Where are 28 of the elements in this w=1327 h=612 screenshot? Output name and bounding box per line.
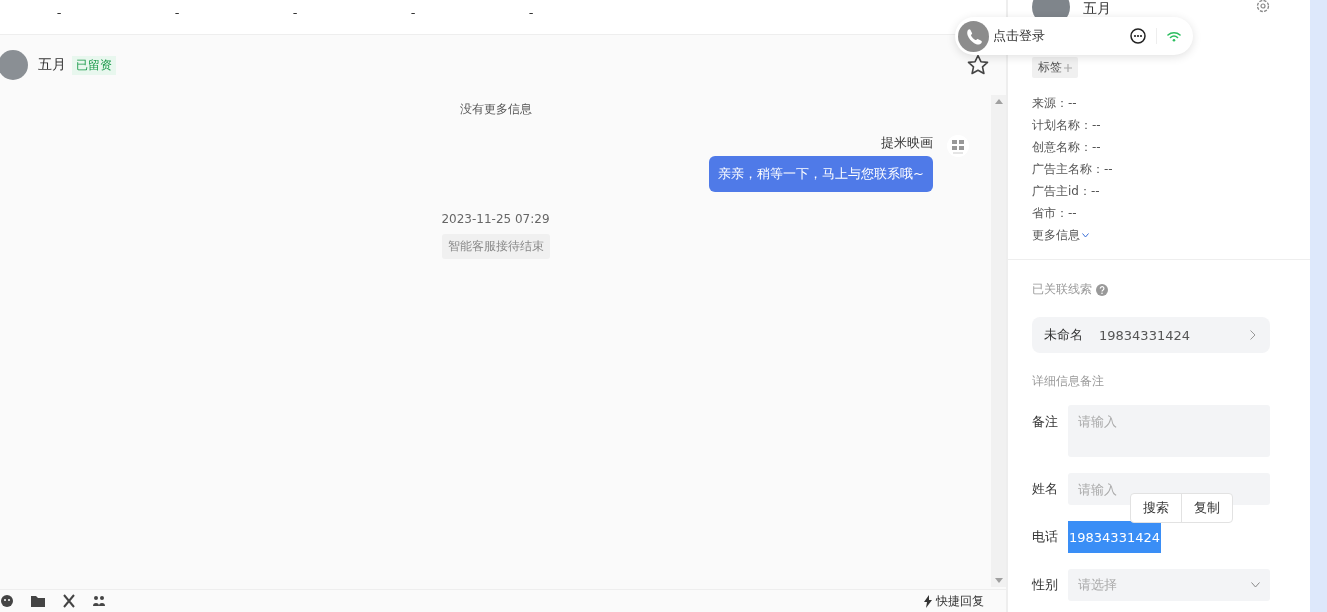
info-line: 省市：-- (1032, 205, 1078, 222)
status-badge: 已留资 (72, 55, 116, 75)
info-line: 计划名称：-- (1032, 117, 1102, 134)
contact-name: 五月 (1083, 0, 1111, 18)
notice-text: 没有更多信息 (459, 101, 532, 118)
timestamp: 2023-11-25 07:29 (441, 212, 550, 226)
stat-value: - (527, 4, 535, 22)
info-line: 广告主名称：-- (1032, 161, 1114, 178)
stat-value: - (409, 4, 417, 22)
info-line: 广告主id：-- (1032, 183, 1101, 200)
section-title: 详细信息备注 (1032, 373, 1105, 390)
system-message: 智能客服接待结束 (441, 234, 550, 259)
lead-phone: 19834331424 (1099, 327, 1190, 343)
message-bubble: 亲亲，稍等一下，马上与您联系哦~ (709, 156, 933, 192)
sender-name: 提米映画 (881, 134, 933, 152)
phone-value: 19834331424 (1068, 521, 1161, 553)
stat-value: - (55, 4, 63, 22)
section-title: 已关联线索 (1032, 281, 1092, 298)
field-label: 姓名 (1032, 480, 1059, 498)
field-label: 电话 (1032, 528, 1059, 546)
lead-name: 未命名 (1044, 326, 1083, 344)
info-line: 来源：-- (1032, 95, 1078, 112)
stat-value: - (291, 4, 299, 22)
contact-name: 五月 (38, 56, 66, 74)
field-label: 性别 (1032, 576, 1059, 594)
field-label: 备注 (1032, 413, 1059, 431)
stat-value: - (173, 4, 181, 22)
info-line: 创意名称：-- (1032, 139, 1102, 156)
